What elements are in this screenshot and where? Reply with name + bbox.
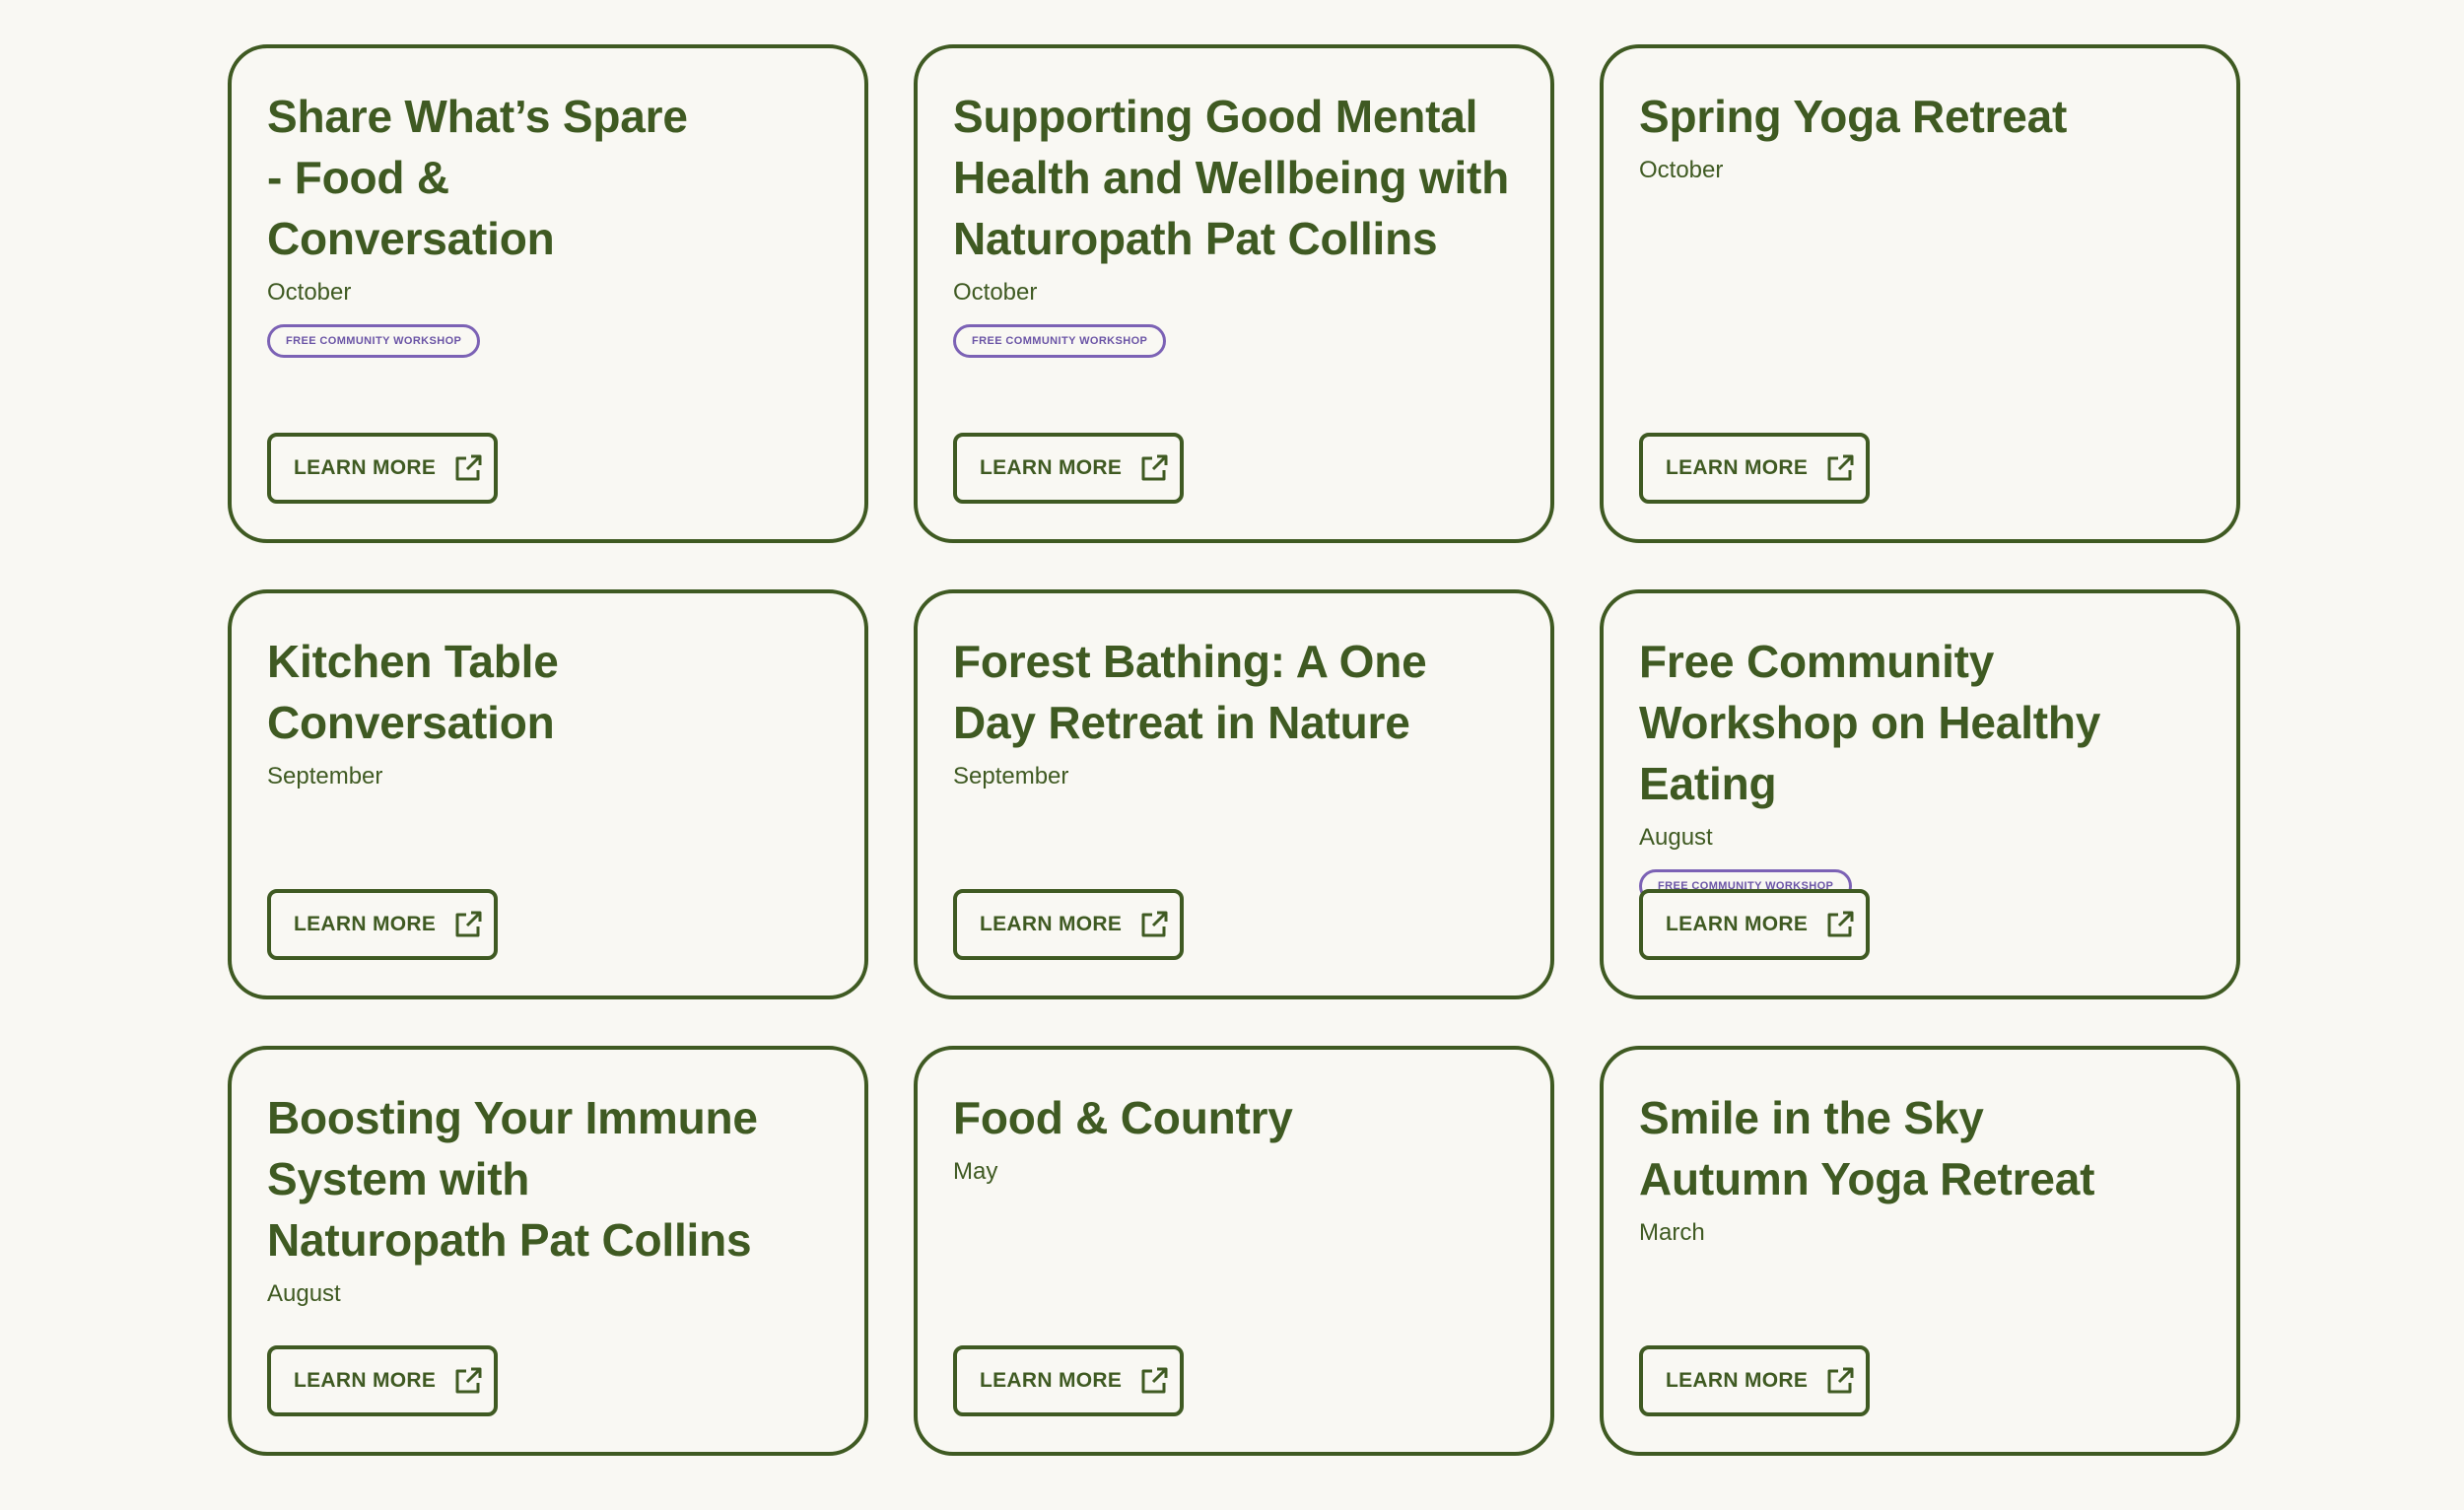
learn-more-label: LEARN MORE: [980, 1369, 1123, 1392]
event-card: Smile in the Sky Autumn Yoga Retreat Mar…: [1600, 1046, 2240, 1456]
event-title: Free Community Workshop on Healthy Eatin…: [1639, 636, 2101, 809]
external-link-icon: [1141, 454, 1168, 481]
event-card: Spring Yoga Retreat October LEARN MORE: [1600, 44, 2240, 543]
event-card: Forest Bathing: A One Day Retreat in Nat…: [914, 589, 1554, 999]
external-link-icon: [1141, 911, 1168, 937]
event-date: March: [1639, 1219, 1705, 1246]
external-link-icon: [1827, 911, 1854, 937]
learn-more-label: LEARN MORE: [294, 1369, 437, 1392]
event-date: May: [953, 1158, 998, 1185]
external-link-icon: [455, 1367, 482, 1394]
event-title: Boosting Your Immune System with Naturop…: [267, 1092, 758, 1266]
learn-more-button[interactable]: LEARN MORE: [953, 1345, 1184, 1416]
event-title: Share What’s Spare - Food & Conversation: [267, 91, 688, 264]
learn-more-button[interactable]: LEARN MORE: [267, 433, 498, 504]
learn-more-label: LEARN MORE: [1666, 456, 1809, 479]
event-title: Spring Yoga Retreat: [1639, 91, 2068, 142]
learn-more-button[interactable]: LEARN MORE: [1639, 889, 1870, 960]
event-date: September: [953, 763, 1069, 789]
event-title: Smile in the Sky Autumn Yoga Retreat: [1639, 1092, 2095, 1204]
event-card: Supporting Good Mental Health and Wellbe…: [914, 44, 1554, 543]
external-link-icon: [455, 454, 482, 481]
learn-more-button[interactable]: LEARN MORE: [953, 433, 1184, 504]
learn-more-button[interactable]: LEARN MORE: [1639, 1345, 1870, 1416]
event-date: August: [1639, 824, 1713, 851]
event-date: October: [1639, 157, 1724, 183]
event-card-grid: Share What’s Spare - Food & Conversation…: [228, 44, 2240, 1456]
event-date: August: [267, 1280, 341, 1307]
event-card: Food & Country May LEARN MORE: [914, 1046, 1554, 1456]
event-title: Kitchen Table Conversation: [267, 636, 559, 748]
learn-more-label: LEARN MORE: [294, 456, 437, 479]
event-card: Kitchen Table Conversation September LEA…: [228, 589, 868, 999]
learn-more-button[interactable]: LEARN MORE: [267, 1345, 498, 1416]
event-date: October: [267, 279, 352, 306]
event-title: Forest Bathing: A One Day Retreat in Nat…: [953, 636, 1427, 748]
learn-more-label: LEARN MORE: [980, 913, 1123, 935]
learn-more-button[interactable]: LEARN MORE: [953, 889, 1184, 960]
external-link-icon: [1141, 1367, 1168, 1394]
learn-more-label: LEARN MORE: [1666, 1369, 1809, 1392]
event-date: September: [267, 763, 383, 789]
event-card: Share What’s Spare - Food & Conversation…: [228, 44, 868, 543]
event-title: Food & Country: [953, 1092, 1293, 1143]
external-link-icon: [455, 911, 482, 937]
event-date: October: [953, 279, 1038, 306]
learn-more-label: LEARN MORE: [1666, 913, 1809, 935]
learn-more-button[interactable]: LEARN MORE: [1639, 433, 1870, 504]
learn-more-label: LEARN MORE: [294, 913, 437, 935]
learn-more-button[interactable]: LEARN MORE: [267, 889, 498, 960]
external-link-icon: [1827, 454, 1854, 481]
event-title: Supporting Good Mental Health and Wellbe…: [953, 91, 1510, 264]
event-card: Free Community Workshop on Healthy Eatin…: [1600, 589, 2240, 999]
learn-more-label: LEARN MORE: [980, 456, 1123, 479]
free-workshop-badge: FREE COMMUNITY WORKSHOP: [267, 324, 481, 358]
free-workshop-badge: FREE COMMUNITY WORKSHOP: [953, 324, 1167, 358]
event-card: Boosting Your Immune System with Naturop…: [228, 1046, 868, 1456]
external-link-icon: [1827, 1367, 1854, 1394]
